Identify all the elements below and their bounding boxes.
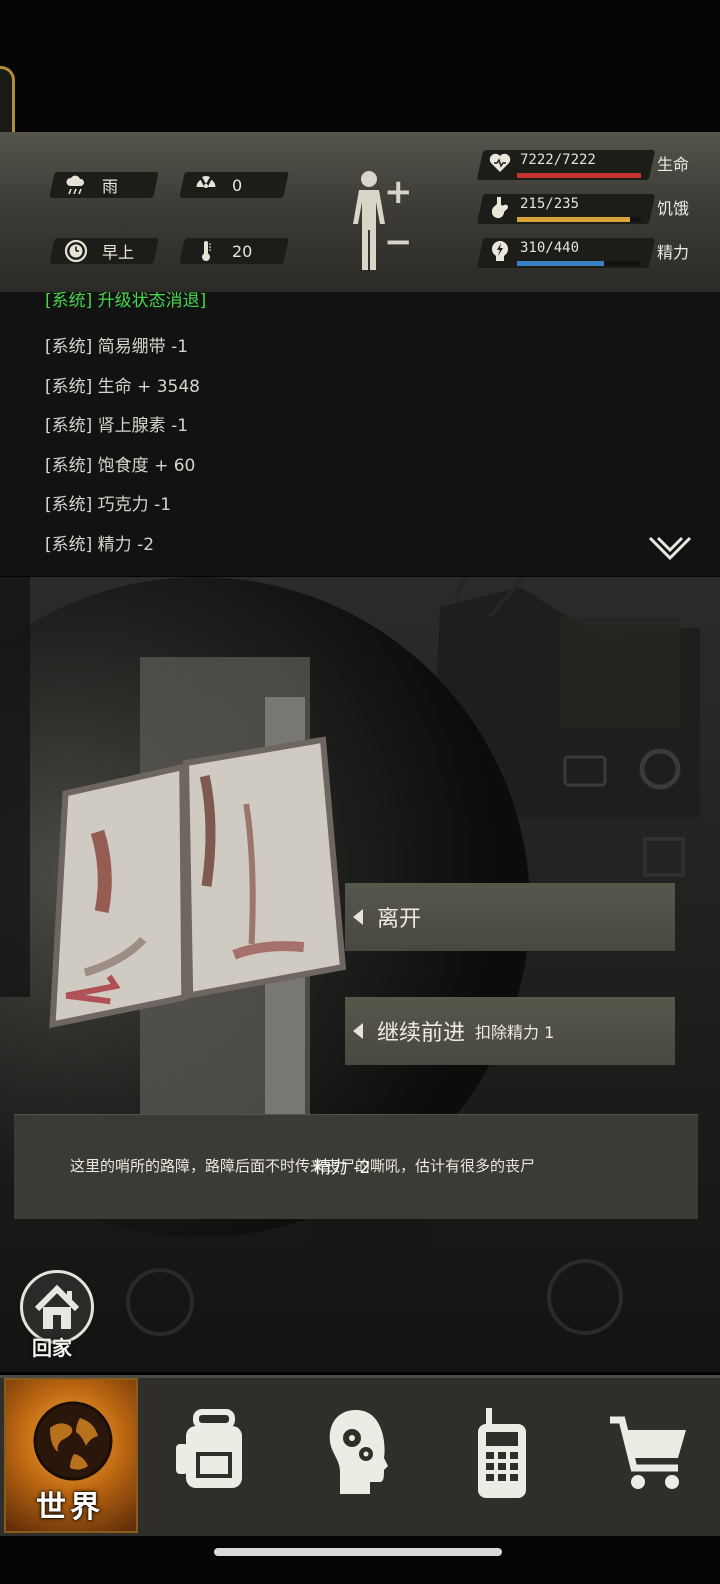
log-line-partial: [系统] 升级状态消退] xyxy=(45,292,207,311)
heart-icon xyxy=(488,151,512,181)
plus-icon[interactable]: + xyxy=(384,172,413,212)
energy-bar-fill xyxy=(517,261,605,266)
log-line: [系统] 巧克力 -1 xyxy=(45,495,172,515)
log-line: [系统] 肾上腺素 -1 xyxy=(45,416,189,436)
event-description-text: 这里的哨所的路障，路障后面不时传来丧尸的嘶吼，估计有很多的丧尸 xyxy=(70,1157,536,1175)
choice-label: 继续前进 xyxy=(377,1021,466,1046)
continue-choice-button[interactable]: 继续前进 扣除精力 1 xyxy=(345,997,675,1065)
hunger-bar xyxy=(517,217,641,222)
event-description-box: 这里的哨所的路障，路障后面不时传来丧尸的嘶吼，估计有很多的丧尸 精力 -2 xyxy=(14,1114,698,1219)
weather-label: 雨 xyxy=(102,177,119,196)
hunger-bar-fill xyxy=(517,217,631,222)
house-icon xyxy=(34,1284,80,1329)
radiation-value: 0 xyxy=(232,175,243,195)
time-of-day-label: 早上 xyxy=(102,243,135,262)
choice-label: 离开 xyxy=(377,907,422,932)
log-line: [系统] 生命 + 3548 xyxy=(45,377,200,397)
log-line: [系统] 精力 -2 xyxy=(45,535,155,555)
go-home-label: 回家 xyxy=(32,1336,72,1360)
health-label: 生命 xyxy=(657,155,690,174)
system-home-indicator[interactable] xyxy=(214,1548,502,1556)
hunger-label: 饥饿 xyxy=(657,199,690,218)
temperature-indicator: 20 xyxy=(179,238,289,264)
left-triangle-icon xyxy=(353,1023,363,1039)
walkie-talkie-icon xyxy=(478,1408,526,1498)
choice-cost-label: 扣除精力 1 xyxy=(475,1023,555,1042)
head-gears-icon xyxy=(329,1410,388,1494)
left-triangle-icon xyxy=(353,909,363,925)
energy-icon xyxy=(488,239,512,269)
nav-radio-tab[interactable] xyxy=(432,1378,576,1533)
health-bar-fill xyxy=(517,173,641,178)
thermometer-icon xyxy=(194,239,218,263)
energy-change-popup: 精力 -2 xyxy=(314,1158,371,1178)
clock-icon xyxy=(64,239,88,263)
nav-world-label: 世界 xyxy=(36,1490,104,1525)
minus-icon[interactable]: − xyxy=(384,222,413,262)
log-line: [系统] 饱食度 + 60 xyxy=(45,456,196,476)
energy-bar xyxy=(517,261,641,266)
nav-shop-tab[interactable] xyxy=(576,1378,720,1533)
temperature-value: 20 xyxy=(232,241,253,261)
scene-view xyxy=(0,577,720,1372)
nav-backpack-tab[interactable] xyxy=(144,1378,288,1533)
health-value: 7222/7222 xyxy=(520,152,596,168)
log-line: [系统] 简易绷带 -1 xyxy=(45,337,189,357)
energy-value: 310/440 xyxy=(520,240,580,256)
rain-cloud-icon xyxy=(64,173,88,197)
hunger-value: 215/235 xyxy=(520,196,580,212)
radiation-icon xyxy=(194,173,218,197)
message-log[interactable]: [系统] 升级状态消退] [系统] 简易绷带 -1 [系统] 生命 + 3548… xyxy=(0,292,720,576)
backpack-icon xyxy=(176,1409,242,1488)
world-globe-icon xyxy=(33,1401,113,1481)
leave-choice-button[interactable]: 离开 xyxy=(345,883,675,951)
nav-skills-tab[interactable] xyxy=(288,1378,432,1533)
health-bar xyxy=(517,173,641,178)
stomach-icon xyxy=(488,195,512,225)
weather-indicator: 雨 xyxy=(49,172,159,198)
radiation-indicator: 0 xyxy=(179,172,289,198)
scene-illustration xyxy=(0,577,720,1372)
expand-log-chevron-icon[interactable] xyxy=(648,536,692,566)
bottom-navigation: 世界 xyxy=(0,1375,720,1536)
time-of-day-indicator: 早上 xyxy=(49,238,159,264)
energy-label: 精力 xyxy=(657,243,690,262)
shopping-cart-icon xyxy=(610,1416,686,1489)
